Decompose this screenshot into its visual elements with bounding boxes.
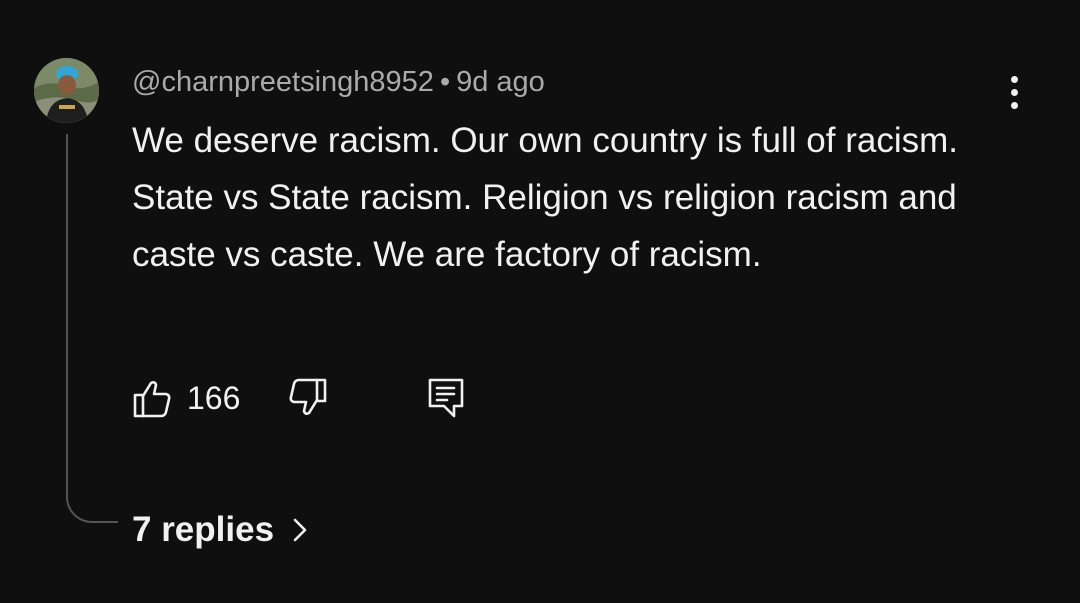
replies-count-label: 7 replies [132,510,275,549]
comment-text: We deserve racism. Our own country is fu… [132,121,958,274]
view-replies-button[interactable]: 7 replies [132,508,310,552]
reply-button[interactable] [424,374,468,422]
meta-separator: • [439,66,451,98]
thumb-down-icon [289,378,327,415]
more-vert-icon-dot [1010,101,1018,109]
more-vert-icon-dot [1010,75,1018,83]
comment-time: 9d ago [456,66,545,98]
avatar[interactable] [34,58,99,123]
thumb-up-icon [133,381,171,418]
like-count: 166 [187,380,241,416]
avatar-image [34,58,99,123]
more-options-button[interactable] [996,70,1032,114]
more-vert-icon-dot [1010,88,1018,96]
chevron-right-icon [293,518,307,542]
thread-line [66,134,118,523]
comment-author[interactable]: @charnpreetsingh8952 [132,66,434,98]
dislike-button[interactable] [286,376,330,420]
comment-meta: @charnpreetsingh8952 • 9d ago [132,64,545,100]
reply-comment-icon [428,378,464,418]
like-button[interactable] [130,376,174,420]
